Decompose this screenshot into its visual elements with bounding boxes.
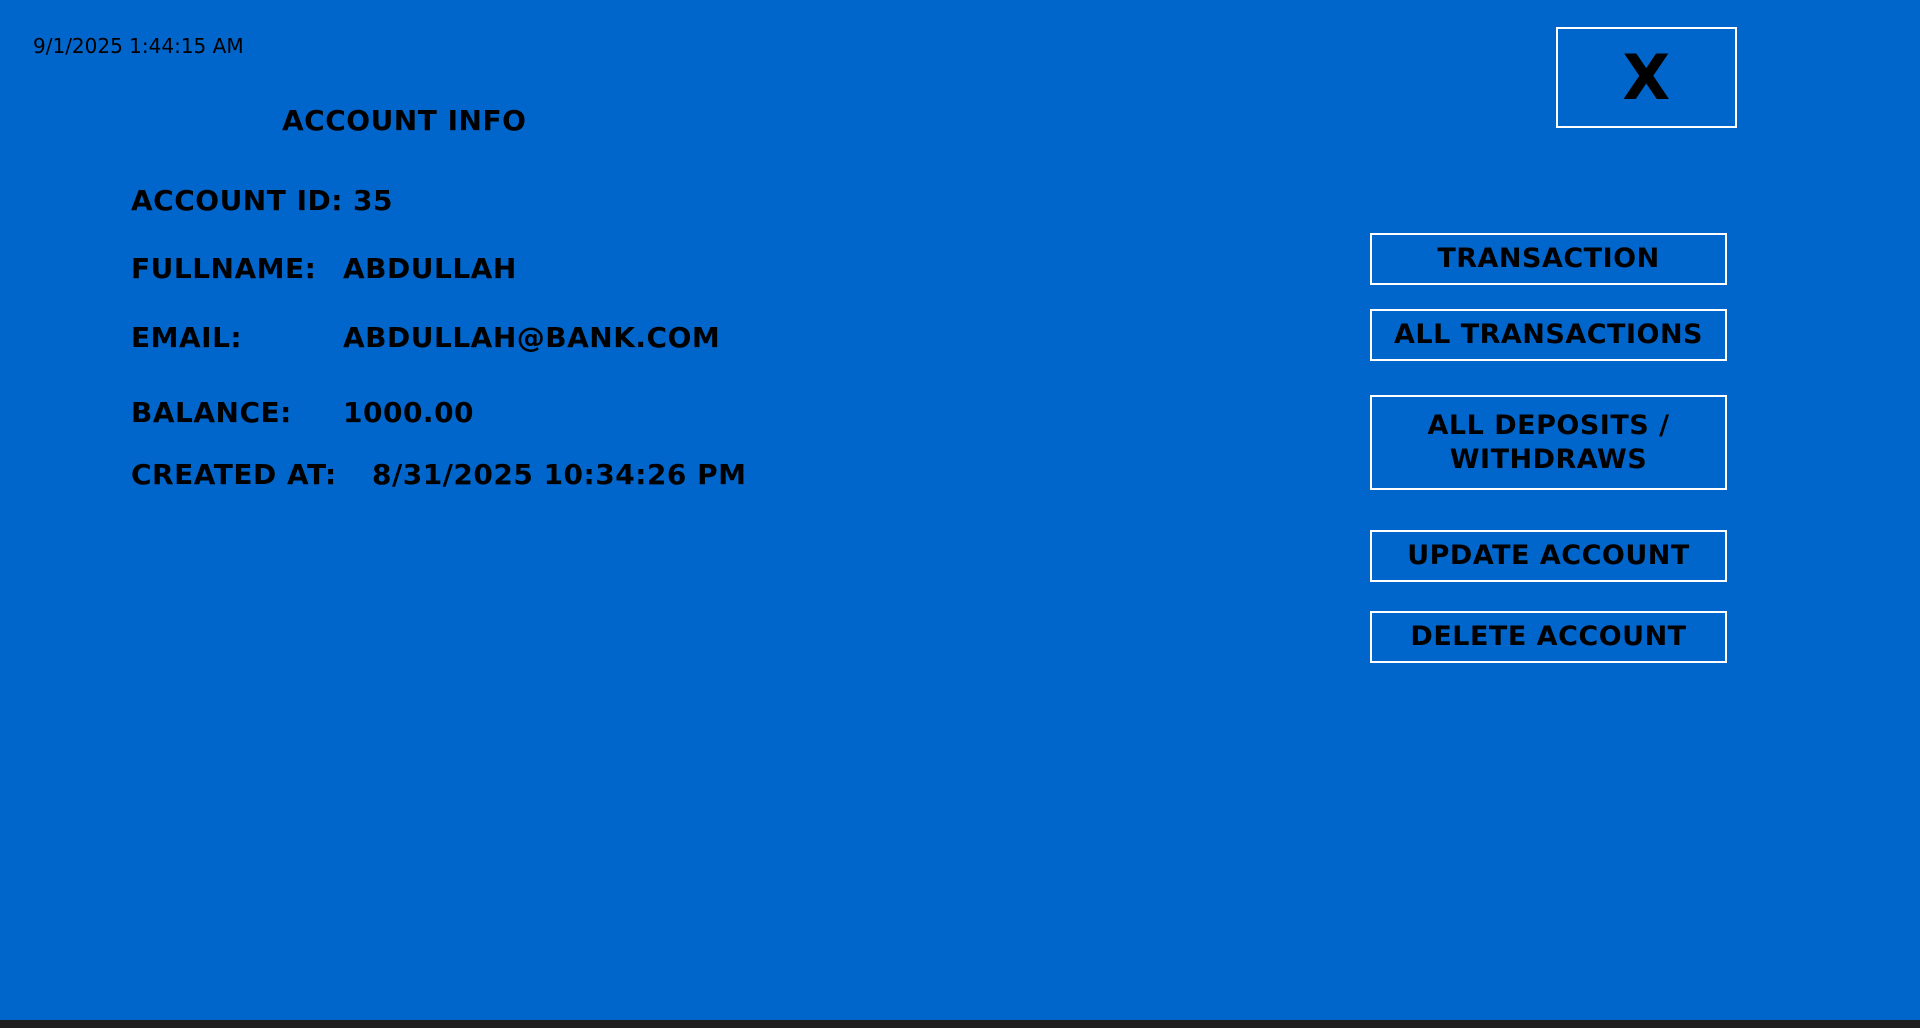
fullname-value: ABDULLAH <box>343 252 517 285</box>
update-account-button-label: UPDATE ACCOUNT <box>1407 540 1690 571</box>
taskbar-edge <box>0 1020 1920 1028</box>
clock-label: 9/1/2025 1:44:15 AM <box>33 34 244 58</box>
account-info-window: 9/1/2025 1:44:15 AM ACCOUNT INFO ACCOUNT… <box>0 0 1920 1028</box>
close-icon: X <box>1622 40 1671 114</box>
account-id-label: ACCOUNT ID: <box>131 184 343 217</box>
email-value: ABDULLAH@BANK.COM <box>343 321 721 354</box>
transaction-button[interactable]: TRANSACTION <box>1370 233 1727 285</box>
close-button[interactable]: X <box>1556 27 1737 128</box>
all-deposits-withdraws-button[interactable]: ALL DEPOSITS / WITHDRAWS <box>1370 395 1727 490</box>
delete-account-button[interactable]: DELETE ACCOUNT <box>1370 611 1727 663</box>
update-account-button[interactable]: UPDATE ACCOUNT <box>1370 530 1727 582</box>
transaction-button-label: TRANSACTION <box>1437 243 1660 274</box>
all-transactions-button[interactable]: ALL TRANSACTIONS <box>1370 309 1727 361</box>
delete-account-button-label: DELETE ACCOUNT <box>1410 621 1687 652</box>
created-at-label: CREATED AT: <box>131 458 337 491</box>
all-transactions-button-label: ALL TRANSACTIONS <box>1393 319 1704 350</box>
account-id-value: 35 <box>353 184 393 217</box>
all-deposits-withdraws-button-label: ALL DEPOSITS / WITHDRAWS <box>1427 409 1670 475</box>
balance-value: 1000.00 <box>343 396 475 429</box>
email-label: EMAIL: <box>131 321 243 354</box>
page-title: ACCOUNT INFO <box>282 104 527 137</box>
fullname-label: FULLNAME: <box>131 252 317 285</box>
created-at-value: 8/31/2025 10:34:26 PM <box>372 458 747 491</box>
balance-label: BALANCE: <box>131 396 292 429</box>
